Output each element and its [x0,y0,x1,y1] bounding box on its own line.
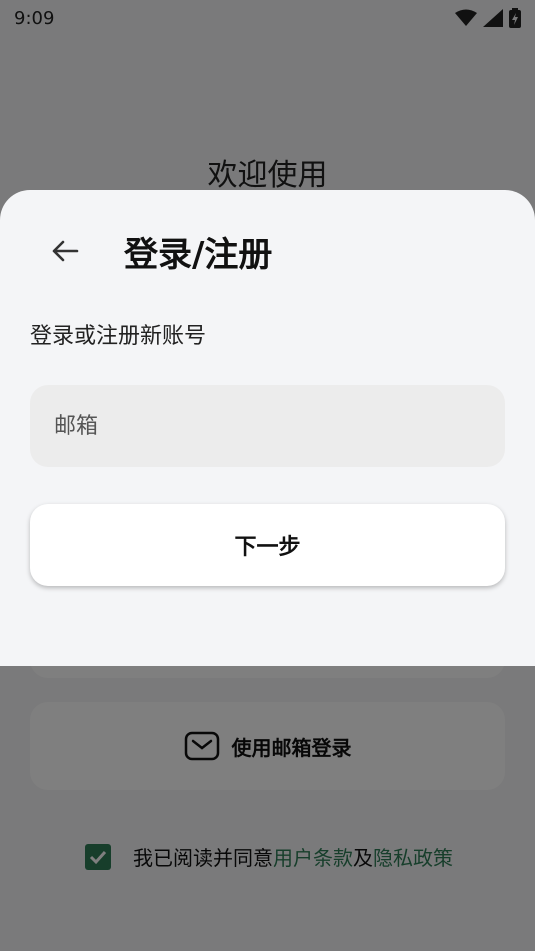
sheet-header: 登录/注册 [40,226,272,276]
email-input[interactable] [30,385,505,467]
next-button[interactable]: 下一步 [30,504,505,586]
arrow-left-icon [52,240,79,262]
sheet-subtitle: 登录或注册新账号 [30,324,207,349]
back-button[interactable] [40,226,90,276]
sheet-title: 登录/注册 [124,234,273,275]
login-register-sheet: 登录/注册 登录或注册新账号 下一步 [0,190,535,666]
